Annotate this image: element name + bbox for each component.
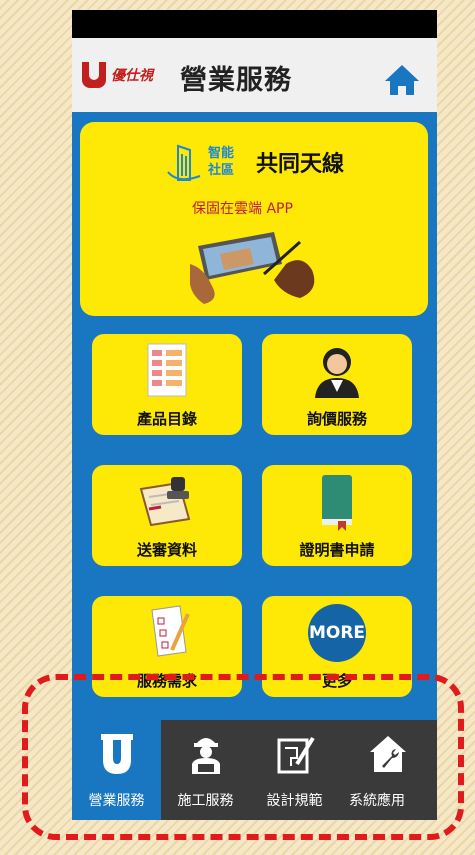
stamp-document-icon	[139, 477, 191, 527]
tile-service-request[interactable]: 服務需求	[92, 596, 242, 697]
worker-icon	[191, 738, 220, 774]
banner-subtitle: 保固在雲端 APP	[192, 201, 293, 217]
unys-logo-icon	[100, 734, 133, 774]
tab-label: 系統應用	[349, 793, 405, 809]
phone-hand-image	[190, 232, 315, 304]
tab-sales-service[interactable]: 營業服務	[72, 720, 161, 820]
tile-label: 產品目錄	[136, 410, 197, 428]
tile-inquiry-service[interactable]: 詢價服務	[262, 334, 412, 435]
building-icon	[167, 144, 201, 181]
customer-service-icon	[315, 348, 359, 398]
more-badge: MORE	[308, 604, 366, 662]
home-button[interactable]	[382, 60, 422, 100]
blueprint-icon	[277, 736, 315, 774]
certificate-book-icon	[322, 475, 352, 531]
tab-label: 施工服務	[177, 793, 234, 809]
tab-label: 設計規範	[266, 793, 323, 809]
tile-submission-docs[interactable]: 送審資料	[92, 465, 242, 566]
house-wrench-icon	[370, 736, 406, 772]
checklist-icon	[151, 605, 190, 657]
tile-product-catalog[interactable]: 產品目錄	[92, 334, 242, 435]
logo-text: 優仕視	[111, 68, 153, 84]
tile-label: 送審資料	[136, 541, 197, 559]
logo-u-icon	[82, 62, 106, 88]
status-bar	[72, 10, 437, 38]
phone-screen: 優仕視 營業服務 智能 社區 共同天線 保固在雲端 APP 產品目錄 詢價服務 …	[72, 10, 437, 820]
tile-label: 證明書申請	[299, 541, 375, 559]
tab-design-standards[interactable]: 設計規範	[250, 720, 339, 820]
banner-tag-community: 社區	[208, 163, 235, 178]
tile-label: 服務需求	[136, 672, 197, 690]
bottom-tab-bar: 營業服務 施工服務 設計規範 系統應用	[72, 720, 437, 820]
tab-construction-service[interactable]: 施工服務	[161, 720, 250, 820]
tile-more[interactable]: MORE 更多	[262, 596, 412, 697]
more-icon: MORE	[308, 604, 366, 662]
tile-certificate-application[interactable]: 證明書申請	[262, 465, 412, 566]
tile-label: 詢價服務	[306, 410, 367, 428]
banner-title: 共同天線	[256, 152, 345, 177]
tab-system-application[interactable]: 系統應用	[339, 720, 437, 820]
app-logo: 優仕視	[82, 62, 153, 88]
tab-label: 營業服務	[88, 793, 145, 809]
page-title: 營業服務	[180, 65, 292, 96]
catalog-icon	[147, 343, 187, 397]
banner-smart-community[interactable]: 智能 社區 共同天線 保固在雲端 APP	[80, 122, 428, 316]
home-icon	[385, 65, 419, 95]
tile-label: 更多	[321, 672, 352, 690]
